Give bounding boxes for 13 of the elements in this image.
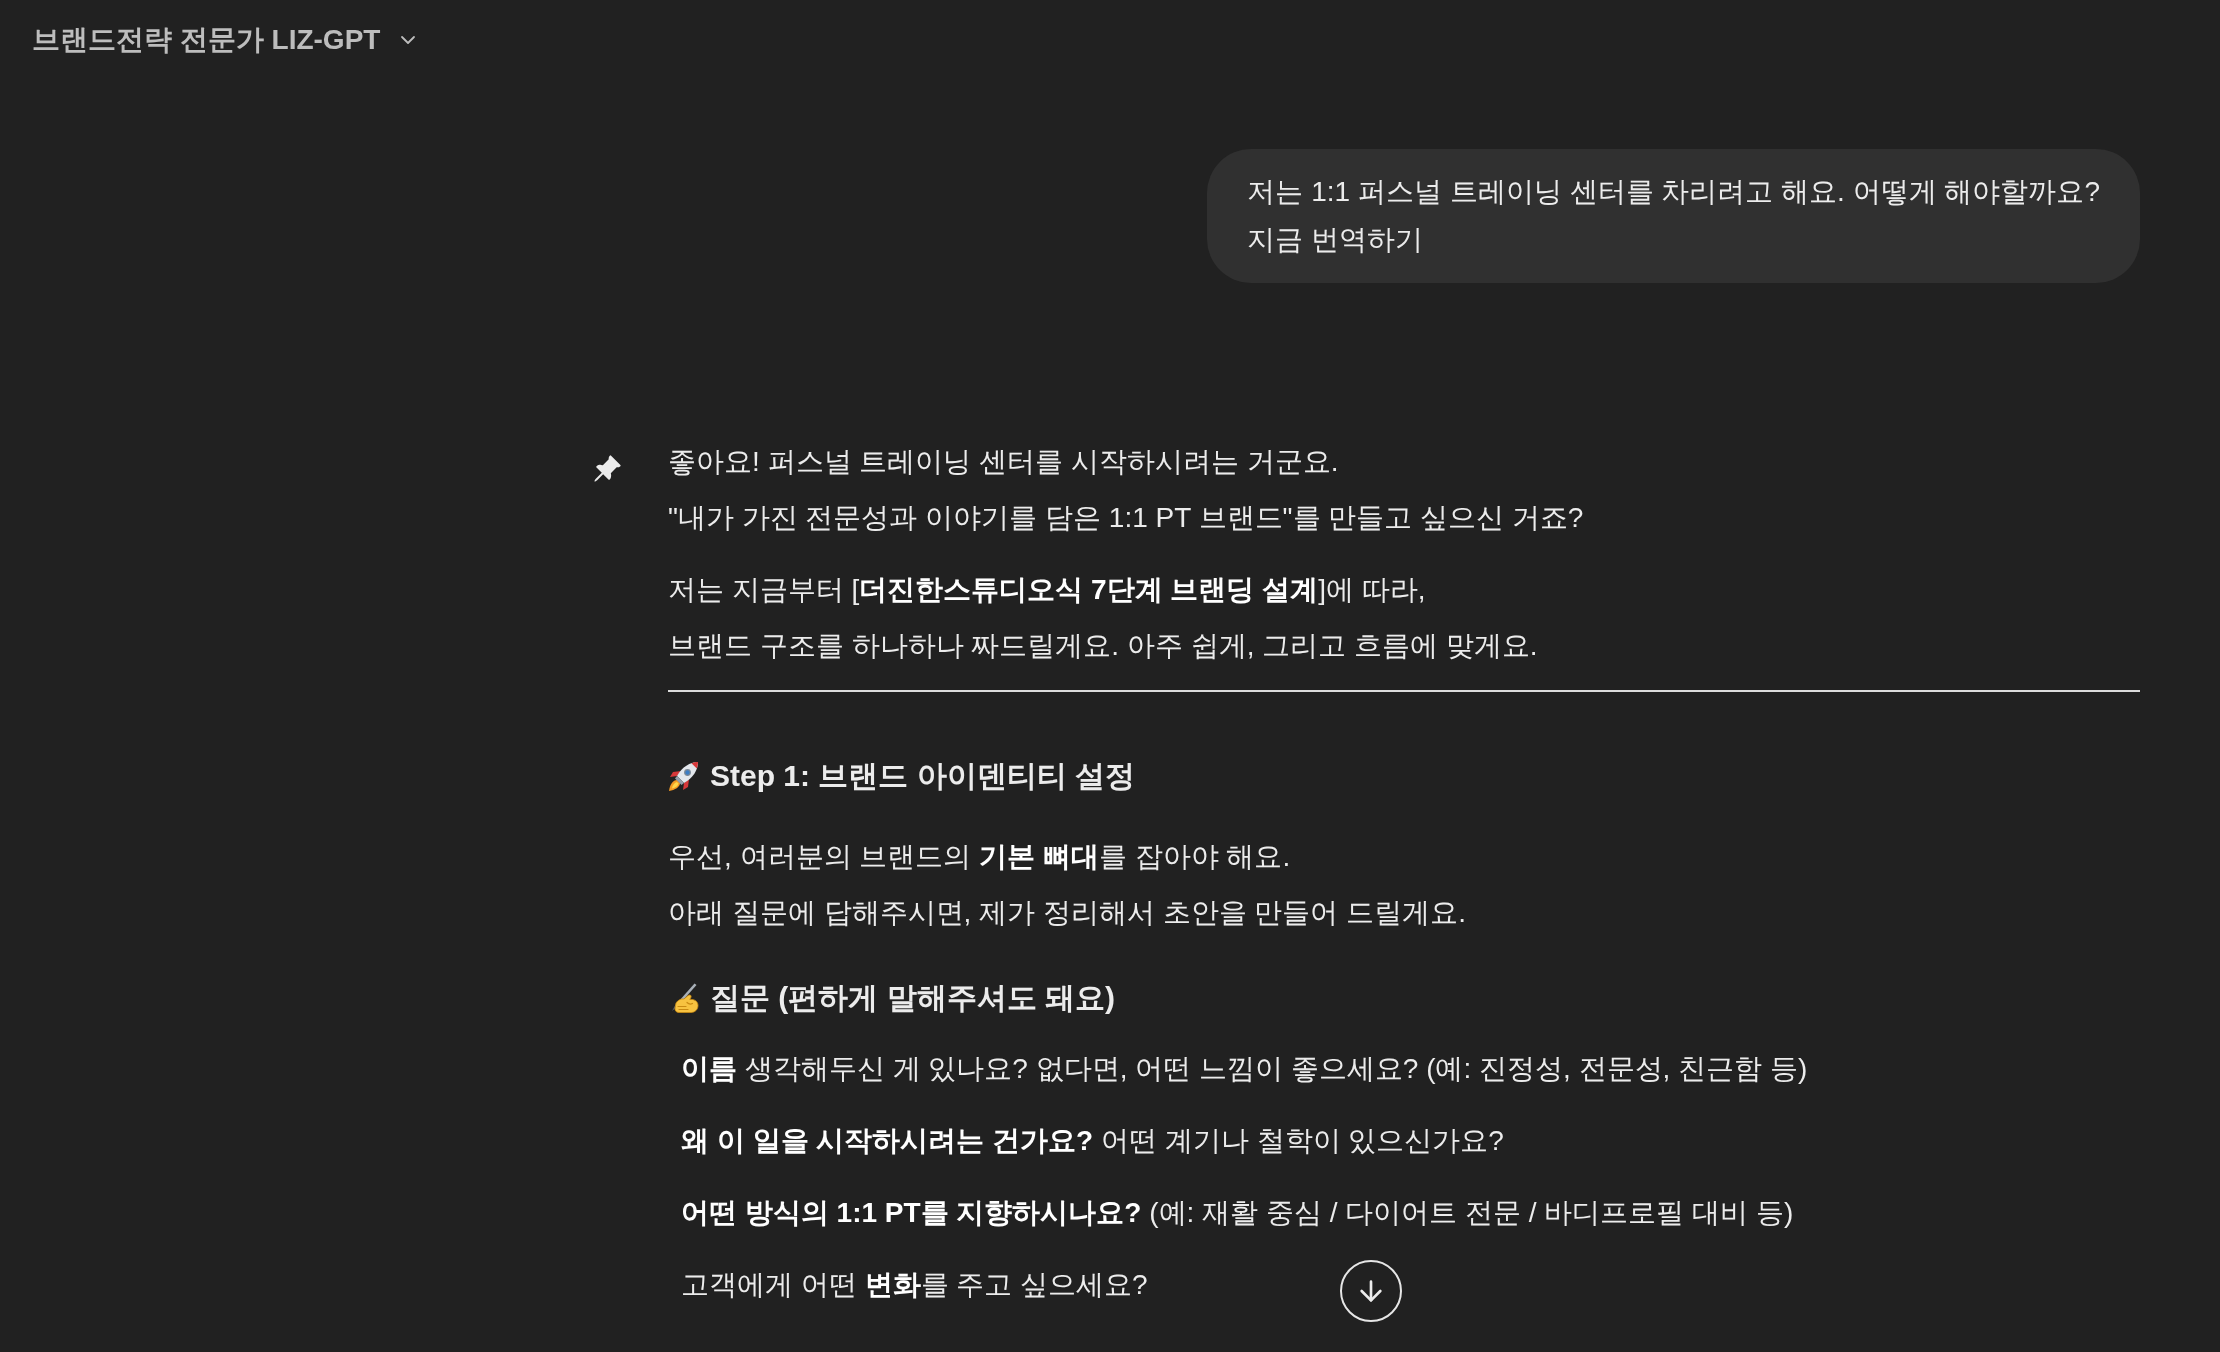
user-message-text: 저는 1:1 퍼스널 트레이닝 센터를 차리려고 해요. 어떻게 해야할까요? 지금 번역하기 [1247, 175, 2100, 257]
pin-icon [592, 454, 622, 484]
question-text: 고객에게 어떤 변화를 주고 싶으세요? [681, 1268, 1148, 1302]
message-text: 우선, 여러분의 브랜드의 기본 뼈대를 잡아야 해요. 아래 질문에 답해주시면, 제가 정리해서 초안을 만들어 드릴게요. [668, 840, 1466, 930]
message-text: 좋아요! 퍼스널 트레이닝 센터를 시작하시려는 거군요. "내가 가진 전문성과 이야기를 담은 1:1 PT 브랜드"를 만들고 싶으신 거죠? [668, 445, 1584, 535]
model-selector-button[interactable]: 브랜드전략 전문가 LIZ-GPT [32, 20, 421, 60]
rocket-icon [668, 760, 700, 792]
message-text: 저는 지금부터 [더진한스튜디오식 7단계 브랜딩 설계]에 따라, 브랜드 구조를 하나하나 짜드릴게요. 아주 쉽게, 그리고 흐름에 맞게요. [668, 573, 1538, 663]
section-heading: 질문 (편하게 말해주셔도 돼요) [710, 980, 1115, 1016]
question-text: 어떤 방식의 1:1 PT를 지향하시나요? (예: 재활 중심 / 다이어트 전문 / 바디프로필 대비 등) [681, 1196, 1794, 1230]
question-text: 이름 생각해두신 게 있나요? 없다면, 어떤 느낌이 좋으세요? (예: 진정성, 전문성, 친근함 등) [681, 1052, 1808, 1086]
section-heading: Step 1: 브랜드 아이덴티티 설정 [710, 758, 1136, 794]
question-text: 왜 이 일을 시작하시려는 건가요? 어떤 계기나 철학이 있으신가요? [681, 1124, 1504, 1158]
